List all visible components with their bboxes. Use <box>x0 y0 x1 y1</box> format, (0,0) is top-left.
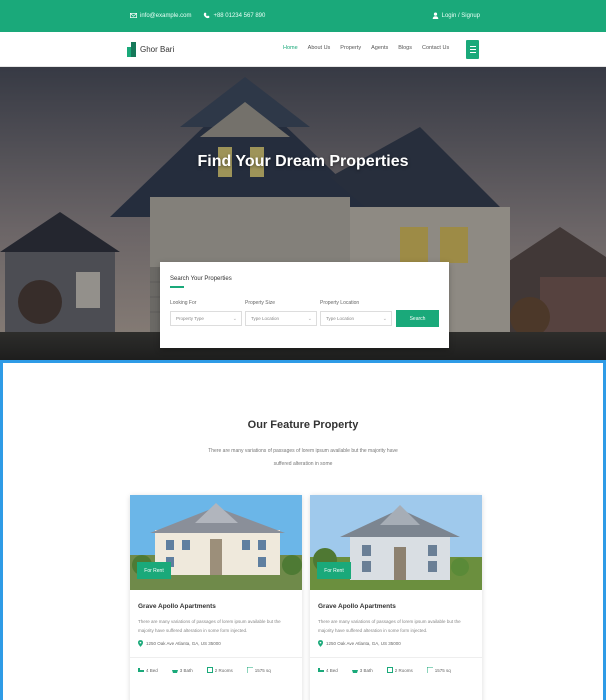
search-card: Search Your Properties Looking For Prope… <box>160 262 449 348</box>
stat-beds-text: 4 Bed <box>146 667 158 673</box>
stat-baths-text: 3 Bath <box>179 667 193 673</box>
hero-title: Find Your Dream Properties <box>197 153 409 170</box>
nav-item-blogs[interactable]: Blogs <box>398 45 412 51</box>
property-description: There are many variations of passages of… <box>318 619 461 633</box>
property-stats: 4 Bed 3 Bath 2 Rooms 1575 sq <box>138 667 271 673</box>
stats-divider <box>130 657 302 658</box>
property-card[interactable]: For Rent Grave Apollo Apartments There a… <box>130 495 302 700</box>
chevron-down-icon: ⌄ <box>232 316 237 322</box>
feature-section: Our Feature Property There are many vari… <box>0 360 606 700</box>
building-logo-icon <box>127 41 136 57</box>
property-size-value: Type Location <box>251 316 280 321</box>
property-type-value: Property Type <box>176 316 204 321</box>
map-pin-icon <box>138 640 143 647</box>
stat-area-text: 1575 sq <box>254 667 271 673</box>
property-location-value: Type Location <box>326 316 355 321</box>
stat-baths: 3 Bath <box>351 667 373 673</box>
contact-info: info@example.com +88 01234 567 890 <box>130 12 265 19</box>
property-card[interactable]: For Rent Grave Apollo Apartments There a… <box>310 495 482 700</box>
stat-area-text: 1575 sq <box>434 667 451 673</box>
property-stats: 4 Bed 3 Bath 2 Rooms 1575 sq <box>318 667 451 673</box>
stat-rooms-text: 2 Rooms <box>394 667 413 673</box>
property-location-label: Property Location <box>320 300 360 306</box>
stat-beds: 4 Bed <box>138 667 158 673</box>
stat-baths-text: 3 Bath <box>359 667 373 673</box>
heading-underline <box>170 286 184 288</box>
area-icon <box>426 667 433 673</box>
bath-icon <box>171 670 178 673</box>
area-icon <box>246 667 253 673</box>
nav-item-property[interactable]: Property <box>340 45 361 51</box>
bath-icon <box>351 670 358 673</box>
rent-badge: For Rent <box>317 562 351 579</box>
nav-item-contact[interactable]: Contact Us <box>422 45 449 51</box>
property-address: 1250 Oak Ave Atlanta, GA, US 35000 <box>138 640 221 647</box>
bed-icon <box>138 668 144 672</box>
stat-rooms: 2 Rooms <box>206 667 233 673</box>
phone-text: +88 01234 567 890 <box>213 12 266 19</box>
address-text: 1250 Oak Ave Atlanta, GA, US 35000 <box>326 641 401 646</box>
brand-name: Ghor Bari <box>140 44 175 54</box>
nav-item-home[interactable]: Home <box>283 45 298 51</box>
email-contact[interactable]: info@example.com <box>130 12 191 19</box>
phone-icon <box>204 12 210 19</box>
property-location-select[interactable]: Type Location ⌄ <box>320 311 392 326</box>
login-text: Login / Signup <box>441 12 480 19</box>
property-name[interactable]: Grave Apollo Apartments <box>318 603 396 610</box>
nav-menu: Home About Us Property Agents Blogs Cont… <box>283 45 449 51</box>
stats-divider <box>310 657 482 658</box>
room-icon <box>386 667 393 673</box>
property-address: 1250 Oak Ave Atlanta, GA, US 35000 <box>318 640 401 647</box>
chevron-down-icon: ⌄ <box>307 316 312 322</box>
search-heading: Search Your Properties <box>170 276 232 282</box>
bed-icon <box>318 668 324 672</box>
section-title: Our Feature Property <box>247 419 359 431</box>
chevron-down-icon: ⌄ <box>382 316 387 322</box>
stat-beds: 4 Bed <box>318 667 338 673</box>
login-link[interactable]: Login / Signup <box>432 12 480 19</box>
stat-beds-text: 4 Bed <box>326 667 338 673</box>
email-text: info@example.com <box>140 12 192 19</box>
stat-area: 1575 sq <box>246 667 271 673</box>
phone-contact[interactable]: +88 01234 567 890 <box>203 12 265 19</box>
stat-rooms-text: 2 Rooms <box>214 667 233 673</box>
stat-area: 1575 sq <box>426 667 451 673</box>
property-size-select[interactable]: Type Location ⌄ <box>245 311 317 326</box>
nav-item-about[interactable]: About Us <box>308 45 331 51</box>
property-type-select[interactable]: Property Type ⌄ <box>170 311 242 326</box>
user-icon <box>432 12 438 19</box>
envelope-icon <box>130 13 137 18</box>
looking-for-label: Looking For <box>170 300 197 306</box>
room-icon <box>206 667 213 673</box>
map-pin-icon <box>318 640 323 647</box>
property-size-label: Property Size <box>245 300 276 306</box>
stat-rooms: 2 Rooms <box>386 667 413 673</box>
top-bar: info@example.com +88 01234 567 890 Login… <box>0 0 606 32</box>
search-button[interactable]: Search <box>396 310 439 327</box>
section-description: There are many variations of passages of… <box>208 448 398 467</box>
property-name[interactable]: Grave Apollo Apartments <box>138 603 216 610</box>
address-text: 1250 Oak Ave Atlanta, GA, US 35000 <box>146 641 221 646</box>
rent-badge: For Rent <box>137 562 171 579</box>
main-navbar: Ghor Bari Home About Us Property Agents … <box>0 32 606 67</box>
brand-logo[interactable]: Ghor Bari <box>127 41 174 57</box>
hamburger-icon[interactable] <box>466 40 479 59</box>
stat-baths: 3 Bath <box>171 667 193 673</box>
hero-banner: Find Your Dream Properties Search Your P… <box>0 67 606 360</box>
nav-item-agents[interactable]: Agents <box>371 45 388 51</box>
property-description: There are many variations of passages of… <box>138 619 281 633</box>
